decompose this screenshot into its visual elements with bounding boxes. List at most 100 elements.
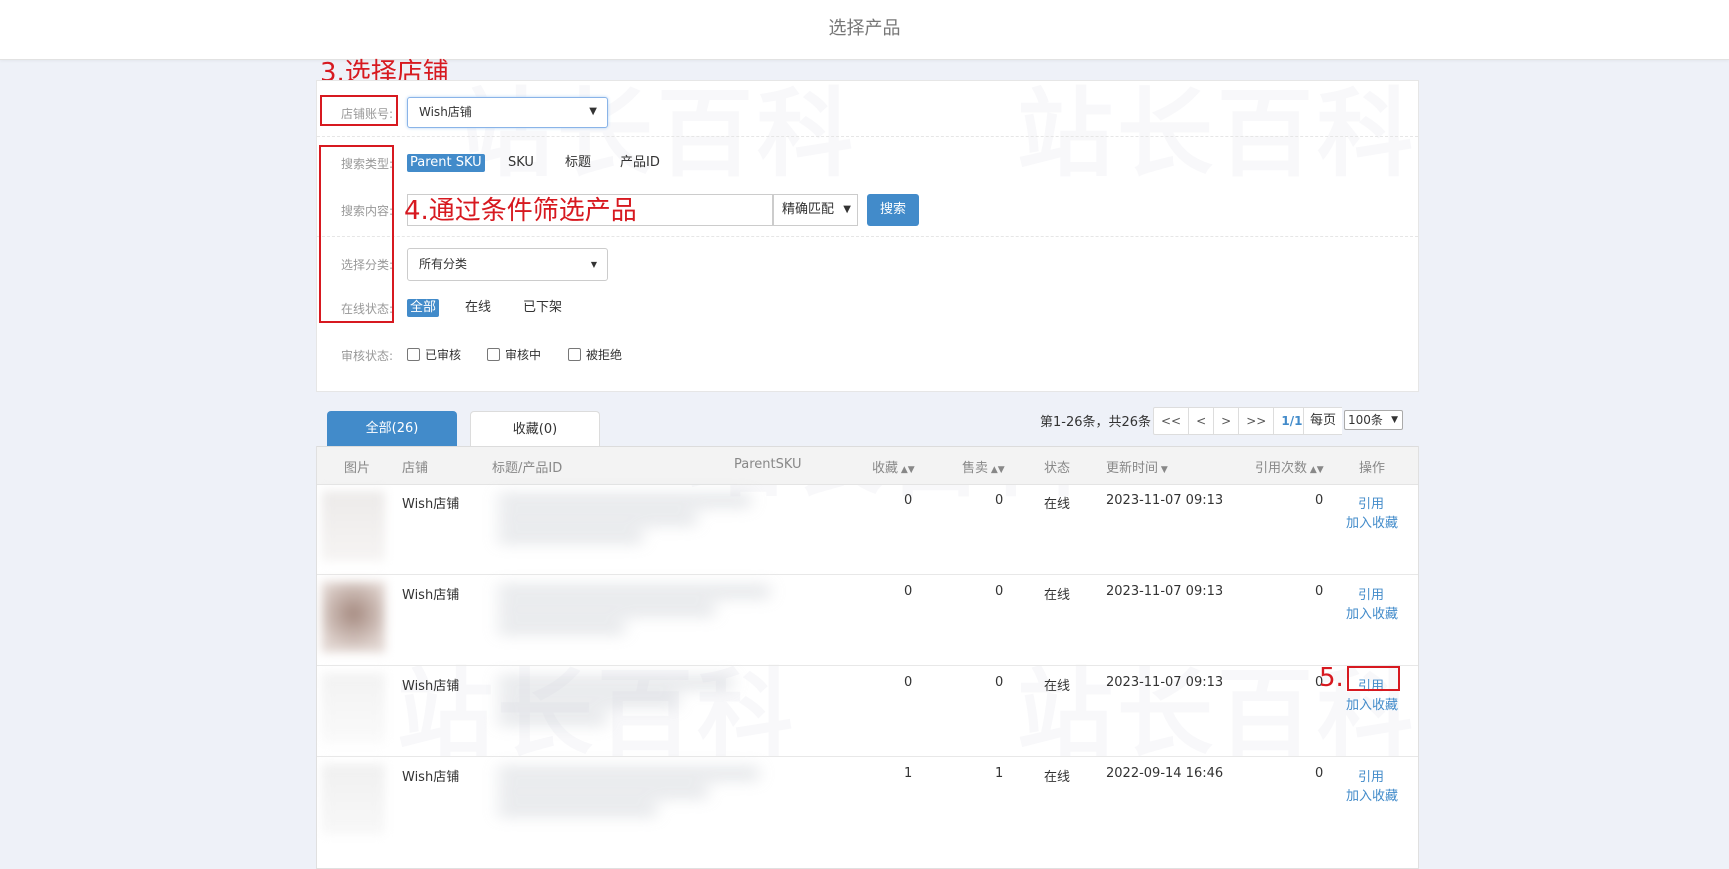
table-header: 图片 店铺 标题/产品ID ParentSKU 收藏 ▲▼ 售卖 ▲▼ 状态 更… <box>317 446 1418 485</box>
row-store: Wish店铺 <box>402 770 460 785</box>
row-status: 在线 <box>1044 770 1071 785</box>
reference-link[interactable]: 引用 <box>1358 584 1384 603</box>
category-select[interactable]: 所有分类 ▼ <box>407 248 608 281</box>
table-row: Wish店铺 0 0 在线 2023-11-07 09:13 0 引用 加入收藏 <box>317 574 1418 666</box>
caret-down-icon: ▼ <box>590 260 597 269</box>
row-updated: 2023-11-07 09:13 <box>1106 584 1224 599</box>
annotation-step5: 5. <box>1319 663 1344 693</box>
review-pending-label: 审核中 <box>505 348 542 362</box>
search-type-title[interactable]: 标题 <box>562 154 594 172</box>
reference-link[interactable]: 引用 <box>1358 493 1384 512</box>
blurred-title <box>490 760 852 840</box>
sort-icon: ▲▼ <box>988 465 1005 475</box>
table-row: Wish店铺 0 0 在线 2023-11-07 09:13 0 引用 加入收藏 <box>317 483 1418 575</box>
match-type-value: 精确匹配 <box>782 202 835 217</box>
page-title: 选择产品 <box>828 18 901 39</box>
header-title: 标题/产品ID <box>492 461 563 476</box>
row-references: 0 <box>1315 493 1324 508</box>
top-bar: 选择产品 <box>0 0 1729 60</box>
header-status: 状态 <box>1044 461 1071 476</box>
store-account-select[interactable]: Wish店铺 ▼ <box>407 97 608 128</box>
search-type-product-id[interactable]: 产品ID <box>617 154 663 172</box>
search-type-parent-sku[interactable]: Parent SKU <box>407 154 485 172</box>
next-page-button[interactable]: > <box>1213 408 1238 434</box>
per-page-label: 每页 <box>1303 407 1343 435</box>
header-image: 图片 <box>344 461 371 476</box>
chevron-down-icon: ▼ <box>1391 415 1398 425</box>
row-sales: 0 <box>995 675 1004 690</box>
table-row: Wish店铺 1 1 在线 2022-09-14 16:46 0 引用 加入收藏 <box>317 756 1418 847</box>
header-favorites-label: 收藏 <box>872 461 899 476</box>
reference-link[interactable]: 引用 <box>1358 766 1384 785</box>
row-references: 0 <box>1315 766 1324 781</box>
per-page-value: 100条 <box>1348 413 1383 427</box>
row-favorites: 0 <box>904 584 913 599</box>
review-rejected-label: 被拒绝 <box>586 348 623 362</box>
search-button[interactable]: 搜索 <box>867 194 919 226</box>
pagination: << < > >> 1/1 <box>1153 407 1311 435</box>
product-thumbnail <box>322 491 385 561</box>
blurred-title <box>490 578 852 658</box>
store-account-value: Wish店铺 <box>419 105 472 119</box>
last-page-button[interactable]: >> <box>1238 408 1273 434</box>
watermark: 站长百科 <box>1017 78 1417 190</box>
row-favorites: 0 <box>904 493 913 508</box>
add-favorite-link[interactable]: 加入收藏 <box>1346 785 1398 804</box>
review-status-label: 审核状态: <box>340 349 393 363</box>
row-favorites: 1 <box>904 766 913 781</box>
first-page-button[interactable]: << <box>1154 408 1188 434</box>
blurred-title <box>490 669 852 749</box>
header-favorites[interactable]: 收藏 ▲▼ <box>872 457 915 476</box>
annotation-box-reference <box>1347 666 1400 691</box>
header-references-label: 引用次数 <box>1255 461 1308 476</box>
row-store: Wish店铺 <box>402 497 460 512</box>
add-favorite-link[interactable]: 加入收藏 <box>1346 512 1398 531</box>
row-sales: 0 <box>995 584 1004 599</box>
filter-panel: 站长百科 站长百科 店铺账号: Wish店铺 ▼ 搜索类型: Parent SK… <box>316 78 1419 392</box>
tab-favorites[interactable]: 收藏(0) <box>470 411 600 448</box>
header-updated[interactable]: 更新时间 ▼ <box>1106 457 1168 476</box>
tab-all[interactable]: 全部(26) <box>327 411 457 447</box>
category-value: 所有分类 <box>419 257 468 271</box>
checkbox-icon <box>568 348 581 361</box>
sort-icon: ▲▼ <box>1307 465 1324 475</box>
per-page-select[interactable]: 100条 ▼ <box>1344 410 1403 430</box>
row-sales: 1 <box>995 766 1004 781</box>
header-actions: 操作 <box>1359 461 1386 476</box>
review-approved-label: 已审核 <box>425 348 462 362</box>
product-table: 站长百科 站长百科 站长百科 图片 店铺 标题/产品ID ParentSKU 收… <box>316 446 1419 869</box>
divider <box>317 236 1418 237</box>
row-updated: 2022-09-14 16:46 <box>1106 766 1224 781</box>
sort-icon: ▲▼ <box>898 465 915 475</box>
row-sales: 0 <box>995 493 1004 508</box>
header-store: 店铺 <box>402 461 429 476</box>
checkbox-icon <box>487 348 500 361</box>
match-type-select[interactable]: 精确匹配 ▼ <box>773 194 858 226</box>
annotation-box-store <box>320 95 398 126</box>
review-rejected-checkbox[interactable]: 被拒绝 <box>568 346 622 363</box>
product-thumbnail <box>322 764 385 834</box>
row-references: 0 <box>1315 584 1324 599</box>
row-status: 在线 <box>1044 679 1071 694</box>
row-store: Wish店铺 <box>402 679 460 694</box>
annotation-box-filters <box>319 145 394 323</box>
row-favorites: 0 <box>904 675 913 690</box>
search-type-sku[interactable]: SKU <box>505 154 537 172</box>
header-updated-label: 更新时间 <box>1106 461 1159 476</box>
online-status-online[interactable]: 在线 <box>462 299 494 317</box>
header-sales-label: 售卖 <box>962 461 989 476</box>
prev-page-button[interactable]: < <box>1188 408 1213 434</box>
checkbox-icon <box>407 348 420 361</box>
review-approved-checkbox[interactable]: 已审核 <box>407 346 461 363</box>
online-status-delisted[interactable]: 已下架 <box>520 299 565 317</box>
header-sales[interactable]: 售卖 ▲▼ <box>962 457 1005 476</box>
row-status: 在线 <box>1044 588 1071 603</box>
row-store: Wish店铺 <box>402 588 460 603</box>
header-parent-sku: ParentSKU <box>734 457 802 472</box>
product-thumbnail <box>322 673 385 743</box>
add-favorite-link[interactable]: 加入收藏 <box>1346 603 1398 622</box>
add-favorite-link[interactable]: 加入收藏 <box>1346 694 1398 713</box>
online-status-all[interactable]: 全部 <box>407 299 440 317</box>
review-pending-checkbox[interactable]: 审核中 <box>487 346 541 363</box>
header-references[interactable]: 引用次数 ▲▼ <box>1255 457 1324 476</box>
